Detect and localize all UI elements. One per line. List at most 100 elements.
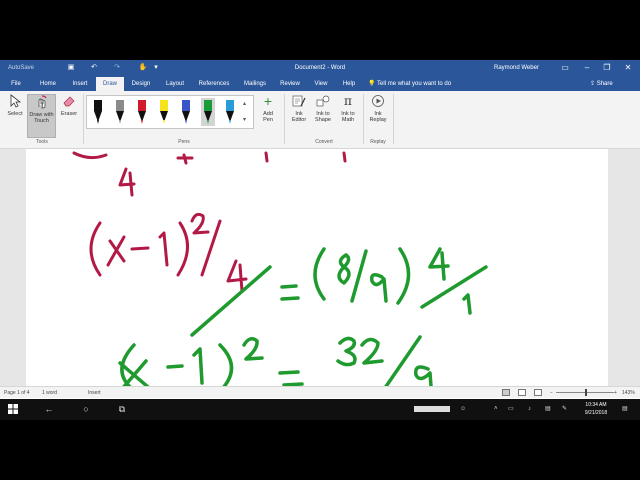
replay-group-label: Replay bbox=[370, 139, 386, 145]
add-pen-button[interactable]: + Add Pen bbox=[258, 94, 278, 123]
group-divider bbox=[284, 94, 285, 144]
notification-chevron-icon[interactable]: ˄ bbox=[494, 404, 498, 414]
minimize-icon[interactable]: – bbox=[580, 62, 594, 74]
tab-layout[interactable]: Layout bbox=[162, 77, 188, 91]
ink-to-shape-button[interactable]: Ink to Shape bbox=[312, 94, 334, 123]
ink-stroke bbox=[218, 343, 234, 386]
tab-insert[interactable]: Insert bbox=[68, 77, 92, 91]
touch-mode-icon[interactable]: ✋ bbox=[138, 63, 148, 73]
green-ink-strokes bbox=[118, 247, 488, 386]
tab-help[interactable]: Help bbox=[340, 77, 358, 91]
pen-icon bbox=[226, 100, 234, 124]
keyboard-icon[interactable]: ▤ bbox=[545, 404, 551, 414]
restore-icon[interactable]: ❐ bbox=[600, 62, 614, 74]
print-layout-icon[interactable] bbox=[518, 389, 526, 396]
ink-stroke bbox=[89, 221, 102, 277]
pen-5[interactable] bbox=[179, 98, 193, 126]
action-center-icon[interactable]: ▤ bbox=[622, 404, 628, 414]
word-window: AutoSave ▣ ↶ ↷ ✋ ▾ Document2 - Word Raym… bbox=[0, 60, 640, 420]
draw-with-touch-button[interactable]: Draw with Touch bbox=[27, 94, 56, 138]
tab-references[interactable]: References bbox=[196, 77, 232, 91]
web-layout-icon[interactable] bbox=[534, 389, 542, 396]
tab-mailings[interactable]: Mailings bbox=[240, 77, 270, 91]
share-label: Share bbox=[596, 81, 613, 87]
tell-me-box[interactable]: 💡 Tell me what you want to do bbox=[368, 77, 451, 91]
gallery-up-icon[interactable]: ▴ bbox=[243, 100, 246, 107]
pi-icon: π bbox=[344, 94, 352, 108]
redo-icon[interactable]: ↷ bbox=[112, 63, 122, 73]
ink-canvas[interactable] bbox=[26, 149, 608, 386]
tab-review[interactable]: Review bbox=[278, 77, 302, 91]
share-button[interactable]: ⇪ Share bbox=[590, 77, 613, 91]
pen-gallery: ▴ ▾ bbox=[86, 95, 254, 129]
word-count[interactable]: 1 word bbox=[42, 390, 57, 396]
zoom-level[interactable]: 143% bbox=[622, 390, 635, 396]
save-icon[interactable]: ▣ bbox=[66, 63, 76, 73]
plus-icon: + bbox=[263, 93, 273, 109]
share-icon: ⇪ bbox=[590, 81, 596, 87]
pen-1[interactable] bbox=[91, 98, 105, 126]
select-label: Select bbox=[7, 111, 23, 117]
autosave-toggle[interactable]: AutoSave bbox=[8, 65, 34, 71]
undo-icon[interactable]: ↶ bbox=[89, 63, 99, 73]
input-panel-icon[interactable] bbox=[414, 406, 450, 412]
lightbulb-icon: 💡 bbox=[368, 81, 376, 87]
select-button[interactable]: Select bbox=[4, 94, 26, 117]
tab-view[interactable]: View bbox=[310, 77, 332, 91]
pen-icon bbox=[116, 100, 124, 124]
group-divider bbox=[83, 94, 84, 144]
ink-stroke bbox=[176, 221, 189, 277]
tools-group-label: Tools bbox=[36, 139, 48, 145]
add-pen-label-2: Pen bbox=[263, 117, 273, 123]
tab-draw[interactable]: Draw bbox=[96, 77, 124, 91]
pen-workspace-icon[interactable]: ✎ bbox=[562, 404, 567, 414]
ink-editor-icon bbox=[292, 95, 306, 107]
ink-stroke bbox=[264, 151, 269, 163]
pen-4[interactable] bbox=[157, 98, 171, 126]
pens-group-label: Pens bbox=[178, 139, 190, 145]
pen-2[interactable] bbox=[113, 98, 127, 126]
touch-draw-icon bbox=[38, 95, 47, 109]
people-icon[interactable]: ☺ bbox=[460, 404, 466, 414]
system-clock[interactable]: 10:34 AM 9/21/2018 bbox=[578, 401, 614, 417]
cursor-icon bbox=[10, 94, 22, 108]
back-arrow-icon[interactable]: ← bbox=[42, 402, 56, 416]
tell-me-text: Tell me what you want to do bbox=[377, 81, 452, 87]
page-count[interactable]: Page 1 of 4 bbox=[4, 390, 30, 396]
zoom-slider-thumb[interactable] bbox=[585, 389, 587, 396]
ribbon-display-icon[interactable]: ▭ bbox=[558, 62, 572, 74]
ink-replay-button[interactable]: Ink Replay bbox=[367, 94, 389, 123]
group-divider bbox=[363, 94, 364, 144]
insert-mode[interactable]: Insert bbox=[88, 390, 101, 396]
ink-to-math-button[interactable]: π Ink to Math bbox=[337, 94, 359, 123]
network-icon[interactable]: ▭ bbox=[508, 404, 514, 414]
tab-file[interactable]: File bbox=[6, 77, 26, 91]
eraser-button[interactable]: Eraser bbox=[58, 94, 80, 117]
zoom-in-icon[interactable]: + bbox=[614, 390, 617, 396]
gallery-more-icon[interactable]: ▾ bbox=[243, 116, 246, 123]
pen-6[interactable] bbox=[201, 98, 215, 126]
tab-home[interactable]: Home bbox=[36, 77, 60, 91]
customize-qat-icon[interactable]: ▾ bbox=[151, 63, 161, 73]
zoom-out-icon[interactable]: − bbox=[550, 390, 553, 396]
tab-design[interactable]: Design bbox=[128, 77, 154, 91]
document-page[interactable] bbox=[26, 149, 608, 386]
read-mode-icon[interactable] bbox=[502, 389, 510, 396]
cortana-circle-icon[interactable]: ○ bbox=[79, 402, 93, 416]
task-view-icon[interactable]: ⧉ bbox=[115, 402, 129, 416]
ink-stroke bbox=[360, 337, 384, 365]
ink-stroke bbox=[72, 151, 108, 160]
ink-stroke bbox=[226, 259, 248, 293]
ink-stroke bbox=[336, 336, 357, 367]
close-icon[interactable]: ✕ bbox=[621, 62, 635, 74]
ink-stroke bbox=[166, 364, 184, 369]
pen-7[interactable] bbox=[223, 98, 237, 126]
ink-stroke bbox=[158, 231, 169, 267]
pen-3[interactable] bbox=[135, 98, 149, 126]
ink-editor-button[interactable]: Ink Editor bbox=[288, 94, 310, 123]
draw-ribbon: Select Draw with Touch Eraser Tools ▴ ▾ … bbox=[0, 91, 640, 149]
user-name[interactable]: Raymond Weber bbox=[494, 65, 539, 71]
start-icon[interactable] bbox=[6, 402, 20, 416]
ink-editor-label-2: Editor bbox=[291, 117, 307, 123]
volume-icon[interactable]: ♪ bbox=[528, 404, 531, 414]
